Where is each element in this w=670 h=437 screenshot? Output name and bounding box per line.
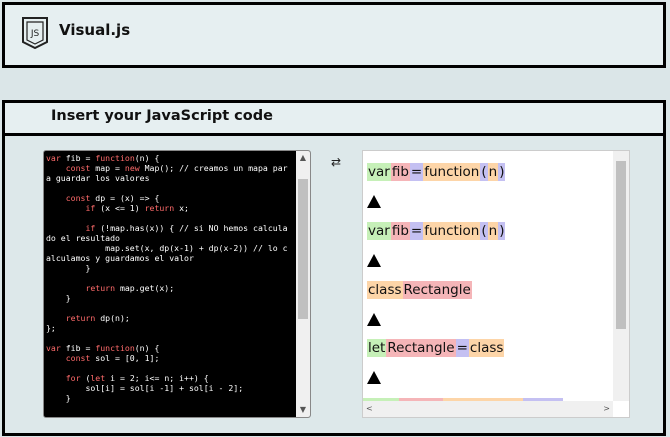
code-line: return map.get(x); bbox=[85, 283, 175, 293]
code-line: } bbox=[46, 393, 71, 403]
panel-header: Insert your JavaScript code bbox=[5, 103, 663, 136]
code-line: if (x <= 1) return x; bbox=[85, 203, 189, 213]
swap-icon[interactable]: ⇄ bbox=[331, 155, 341, 169]
js-logo-icon: JS bbox=[22, 17, 48, 49]
token-row: let Rectangle = class bbox=[367, 339, 505, 357]
token: = bbox=[409, 222, 424, 240]
token: n bbox=[487, 222, 499, 240]
token-row: var fib = function(n) bbox=[367, 222, 506, 240]
code-line: const dp = (x) => { bbox=[65, 193, 160, 203]
viz-horizontal-scrollbar[interactable]: < > bbox=[363, 401, 613, 417]
token: fib bbox=[390, 222, 410, 240]
viz-vertical-scrollbar[interactable] bbox=[613, 151, 629, 401]
app-title: Visual.js bbox=[59, 21, 131, 39]
code-line: if (!map.has(x)) { // si NO hemos calcul… bbox=[46, 223, 288, 243]
token: ( bbox=[480, 222, 488, 240]
code-line: }; bbox=[46, 323, 56, 333]
visualization-output: var fib = function(n) var fib = function(n) clas… bbox=[362, 150, 630, 418]
token: var bbox=[367, 222, 391, 240]
token: class bbox=[367, 281, 403, 299]
token: ) bbox=[498, 222, 506, 240]
scroll-left-icon[interactable]: < bbox=[366, 404, 373, 413]
editor-scroll-thumb[interactable] bbox=[298, 179, 308, 319]
token: class bbox=[468, 339, 505, 357]
token: function bbox=[423, 163, 481, 181]
viz-scroll-thumb[interactable] bbox=[616, 161, 626, 329]
code-line: map.set(x, dp(x-1) + dp(x-2)) // lo calc… bbox=[46, 243, 288, 263]
expand-triangle-icon[interactable] bbox=[367, 254, 381, 267]
token: function bbox=[423, 222, 481, 240]
token: Rectangle bbox=[402, 281, 472, 299]
token: let bbox=[367, 339, 387, 357]
token: fib bbox=[390, 163, 410, 181]
scroll-down-icon[interactable]: ▼ bbox=[298, 405, 308, 415]
code-line: const sol = [0, 1]; bbox=[65, 353, 160, 363]
token: n bbox=[487, 163, 499, 181]
expand-triangle-icon[interactable] bbox=[367, 195, 381, 208]
scroll-up-icon[interactable]: ▲ bbox=[298, 153, 308, 163]
code-editor[interactable]: var fib = function(n) { const map = new … bbox=[43, 150, 311, 418]
code-line: } bbox=[46, 293, 71, 303]
token-row: var fib = function(n) bbox=[367, 163, 506, 181]
top-bar: JS Visual.js bbox=[2, 2, 666, 68]
code-line: } bbox=[46, 263, 91, 273]
code-line: for (let i = 2; i<= n; i++) { bbox=[65, 373, 209, 383]
token-row: class Rectangle bbox=[367, 281, 472, 299]
code-line: return dp(n); bbox=[65, 313, 130, 323]
code-text[interactable]: var fib = function(n) { const map = new … bbox=[46, 153, 292, 415]
token-visualization: var fib = function(n) var fib = function(n) clas… bbox=[367, 151, 611, 395]
scroll-right-icon[interactable]: > bbox=[603, 404, 610, 413]
token: var bbox=[367, 163, 391, 181]
token: ) bbox=[498, 163, 506, 181]
code-line: const map = new Map(); // creamos un map… bbox=[46, 163, 288, 183]
code-panel: Insert your JavaScript code var fib = fu… bbox=[2, 100, 666, 436]
code-line: sol[i] = sol[i -1] + sol[i - 2]; bbox=[46, 383, 244, 393]
token: = bbox=[409, 163, 424, 181]
panel-title: Insert your JavaScript code bbox=[51, 108, 273, 124]
token: = bbox=[455, 339, 469, 357]
token: ( bbox=[480, 163, 488, 181]
expand-triangle-icon[interactable] bbox=[367, 313, 381, 326]
expand-triangle-icon[interactable] bbox=[367, 371, 381, 384]
code-line: var fib = function(n) { bbox=[46, 343, 160, 353]
svg-text:JS: JS bbox=[30, 29, 40, 39]
code-line: return sol[n]; bbox=[46, 413, 292, 415]
editor-scrollbar[interactable]: ▲ ▼ bbox=[296, 151, 310, 417]
code-line: var fib = function(n) { bbox=[46, 153, 160, 163]
token: Rectangle bbox=[386, 339, 456, 357]
